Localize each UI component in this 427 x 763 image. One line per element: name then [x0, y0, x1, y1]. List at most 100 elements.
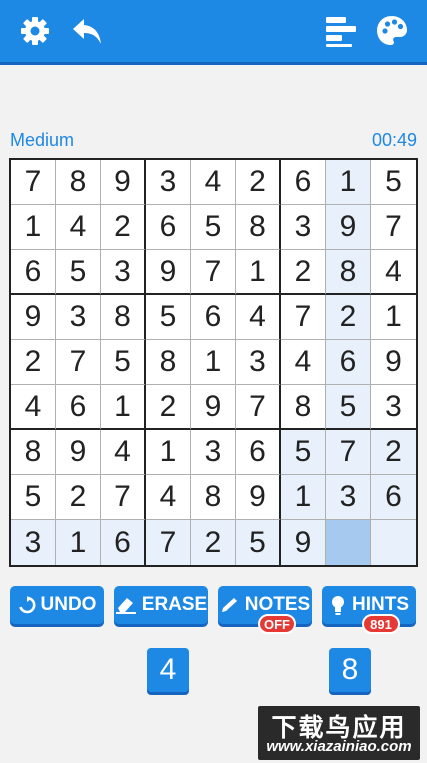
grid-cell-r5c4[interactable]: 8 — [146, 340, 191, 385]
hints-label: HINTS — [352, 594, 409, 615]
grid-cell-r2c4[interactable]: 6 — [146, 205, 191, 250]
grid-cell-r2c9[interactable]: 7 — [371, 205, 416, 250]
grid-cell-r6c4[interactable]: 2 — [146, 385, 191, 430]
grid-cell-r4c9[interactable]: 1 — [371, 295, 416, 340]
grid-cell-r7c8[interactable]: 7 — [326, 430, 371, 475]
grid-cell-r7c2[interactable]: 9 — [56, 430, 101, 475]
grid-cell-r6c5[interactable]: 9 — [191, 385, 236, 430]
grid-cell-r8c1[interactable]: 5 — [11, 475, 56, 520]
grid-cell-r8c3[interactable]: 7 — [101, 475, 146, 520]
grid-cell-r6c3[interactable]: 1 — [101, 385, 146, 430]
grid-cell-r8c9[interactable]: 6 — [371, 475, 416, 520]
watermark-logo: 下载鸟应用 www.xiazainiao.com — [258, 706, 420, 760]
number-key-4[interactable]: 4 — [147, 648, 189, 692]
grid-cell-r3c4[interactable]: 9 — [146, 250, 191, 295]
grid-cell-r9c8[interactable] — [326, 520, 371, 565]
grid-cell-r4c4[interactable]: 5 — [146, 295, 191, 340]
top-bar — [0, 0, 427, 65]
grid-cell-r9c7[interactable]: 9 — [281, 520, 326, 565]
undo-button[interactable]: UNDO — [10, 586, 104, 624]
grid-cell-r7c7[interactable]: 5 — [281, 430, 326, 475]
grid-cell-r8c6[interactable]: 9 — [236, 475, 281, 520]
grid-cell-r7c3[interactable]: 4 — [101, 430, 146, 475]
grid-cell-r9c2[interactable]: 1 — [56, 520, 101, 565]
stats-icon[interactable] — [324, 14, 358, 48]
notes-state-badge: OFF — [258, 614, 296, 634]
undo-label: UNDO — [40, 594, 97, 615]
grid-cell-r2c2[interactable]: 4 — [56, 205, 101, 250]
grid-cell-r9c1[interactable]: 3 — [11, 520, 56, 565]
grid-cell-r8c7[interactable]: 1 — [281, 475, 326, 520]
grid-cell-r4c6[interactable]: 4 — [236, 295, 281, 340]
grid-cell-r7c6[interactable]: 6 — [236, 430, 281, 475]
grid-cell-r3c5[interactable]: 7 — [191, 250, 236, 295]
grid-cell-r1c9[interactable]: 5 — [371, 160, 416, 205]
undo-icon — [18, 596, 35, 614]
sudoku-grid: 7893426151426583976539712849385647212758… — [9, 158, 418, 567]
grid-cell-r5c5[interactable]: 1 — [191, 340, 236, 385]
grid-cell-r1c7[interactable]: 6 — [281, 160, 326, 205]
grid-cell-r9c4[interactable]: 7 — [146, 520, 191, 565]
grid-cell-r5c9[interactable]: 9 — [371, 340, 416, 385]
grid-cell-r3c2[interactable]: 5 — [56, 250, 101, 295]
grid-cell-r4c1[interactable]: 9 — [11, 295, 56, 340]
grid-cell-r4c5[interactable]: 6 — [191, 295, 236, 340]
grid-cell-r7c4[interactable]: 1 — [146, 430, 191, 475]
grid-cell-r5c6[interactable]: 3 — [236, 340, 281, 385]
grid-cell-r1c3[interactable]: 9 — [101, 160, 146, 205]
back-icon[interactable] — [70, 14, 104, 48]
grid-cell-r9c3[interactable]: 6 — [101, 520, 146, 565]
grid-cell-r4c7[interactable]: 7 — [281, 295, 326, 340]
hints-count-badge: 891 — [362, 614, 400, 634]
grid-cell-r5c7[interactable]: 4 — [281, 340, 326, 385]
gear-icon[interactable] — [18, 14, 52, 48]
grid-cell-r6c9[interactable]: 3 — [371, 385, 416, 430]
grid-cell-r6c6[interactable]: 7 — [236, 385, 281, 430]
grid-cell-r2c8[interactable]: 9 — [326, 205, 371, 250]
grid-cell-r7c9[interactable]: 2 — [371, 430, 416, 475]
grid-cell-r1c2[interactable]: 8 — [56, 160, 101, 205]
timer: 00:49 — [371, 130, 417, 150]
grid-cell-r1c6[interactable]: 2 — [236, 160, 281, 205]
grid-cell-r2c1[interactable]: 1 — [11, 205, 56, 250]
grid-cell-r5c2[interactable]: 7 — [56, 340, 101, 385]
grid-cell-r4c8[interactable]: 2 — [326, 295, 371, 340]
grid-cell-r6c8[interactable]: 5 — [326, 385, 371, 430]
grid-cell-r9c5[interactable]: 2 — [191, 520, 236, 565]
grid-cell-r3c9[interactable]: 4 — [371, 250, 416, 295]
grid-cell-r7c5[interactable]: 3 — [191, 430, 236, 475]
grid-cell-r2c3[interactable]: 2 — [101, 205, 146, 250]
grid-cell-r2c5[interactable]: 5 — [191, 205, 236, 250]
grid-cell-r2c6[interactable]: 8 — [236, 205, 281, 250]
grid-cell-r3c3[interactable]: 3 — [101, 250, 146, 295]
grid-cell-r1c4[interactable]: 3 — [146, 160, 191, 205]
grid-cell-r6c7[interactable]: 8 — [281, 385, 326, 430]
number-key-8[interactable]: 8 — [329, 648, 371, 692]
grid-cell-r1c8[interactable]: 1 — [326, 160, 371, 205]
grid-cell-r6c2[interactable]: 6 — [56, 385, 101, 430]
grid-cell-r1c1[interactable]: 7 — [11, 160, 56, 205]
grid-cell-r3c1[interactable]: 6 — [11, 250, 56, 295]
grid-cell-r7c1[interactable]: 8 — [11, 430, 56, 475]
notes-label: NOTES — [244, 594, 311, 615]
grid-cell-r5c1[interactable]: 2 — [11, 340, 56, 385]
grid-cell-r8c8[interactable]: 3 — [326, 475, 371, 520]
palette-icon[interactable] — [375, 14, 409, 48]
grid-cell-r8c4[interactable]: 4 — [146, 475, 191, 520]
grid-cell-r2c7[interactable]: 3 — [281, 205, 326, 250]
grid-cell-r3c8[interactable]: 8 — [326, 250, 371, 295]
grid-cell-r5c3[interactable]: 5 — [101, 340, 146, 385]
grid-cell-r6c1[interactable]: 4 — [11, 385, 56, 430]
difficulty-label: Medium — [10, 130, 75, 150]
grid-cell-r8c5[interactable]: 8 — [191, 475, 236, 520]
grid-cell-r9c6[interactable]: 5 — [236, 520, 281, 565]
grid-cell-r4c2[interactable]: 3 — [56, 295, 101, 340]
grid-cell-r1c5[interactable]: 4 — [191, 160, 236, 205]
erase-button[interactable]: ERASE — [114, 586, 208, 624]
grid-cell-r3c6[interactable]: 1 — [236, 250, 281, 295]
grid-cell-r8c2[interactable]: 2 — [56, 475, 101, 520]
grid-cell-r9c9[interactable] — [371, 520, 416, 565]
grid-cell-r4c3[interactable]: 8 — [101, 295, 146, 340]
grid-cell-r3c7[interactable]: 2 — [281, 250, 326, 295]
grid-cell-r5c8[interactable]: 6 — [326, 340, 371, 385]
